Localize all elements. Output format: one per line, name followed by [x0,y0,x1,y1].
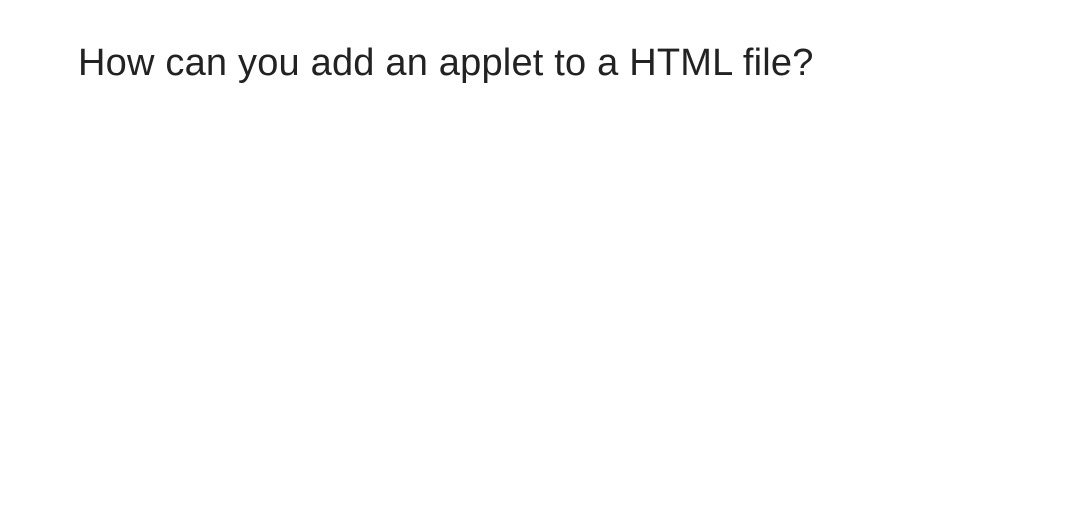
question-text: How can you add an applet to a HTML file… [78,42,814,85]
